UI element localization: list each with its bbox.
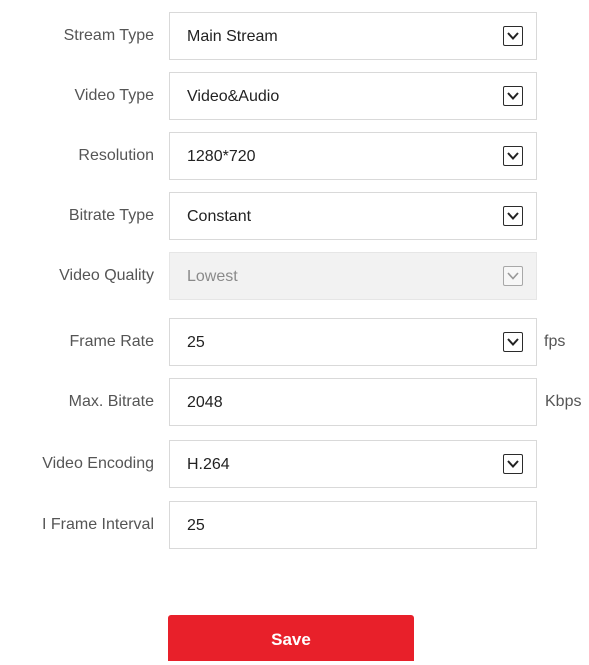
max-bitrate-input[interactable]: 2048	[169, 378, 537, 426]
stream-type-select[interactable]: Main Stream	[169, 12, 537, 60]
chevron-down-icon[interactable]	[503, 86, 523, 106]
resolution-value: 1280*720	[187, 148, 256, 165]
max-bitrate-value: 2048	[187, 394, 223, 411]
resolution-select[interactable]: 1280*720	[169, 132, 537, 180]
video-quality-select: Lowest	[169, 252, 537, 300]
max-bitrate-label: Max. Bitrate	[68, 393, 154, 410]
video-quality-value: Lowest	[187, 268, 238, 285]
bitrate-type-value: Constant	[187, 208, 252, 225]
chevron-down-icon[interactable]	[503, 332, 523, 352]
stream-type-label: Stream Type	[63, 27, 154, 44]
bitrate-type-row: Bitrate Type Constant	[0, 192, 589, 240]
max-bitrate-unit: Kbps	[545, 393, 582, 410]
chevron-down-icon	[503, 266, 523, 286]
video-quality-row: Video Quality Lowest	[0, 252, 589, 300]
bitrate-type-label: Bitrate Type	[68, 207, 154, 224]
resolution-row: Resolution 1280*720	[0, 132, 589, 180]
stream-type-row: Stream Type Main Stream	[0, 12, 589, 60]
video-quality-label: Video Quality	[59, 267, 154, 284]
i-frame-interval-value: 25	[187, 517, 205, 534]
i-frame-interval-row: I Frame Interval 25	[0, 501, 589, 549]
video-encoding-label: Video Encoding	[42, 455, 154, 472]
video-encoding-row: Video Encoding H.264	[0, 440, 589, 488]
video-type-select[interactable]: Video&Audio	[169, 72, 537, 120]
save-button[interactable]: Save	[168, 615, 414, 661]
resolution-label: Resolution	[78, 147, 154, 164]
video-type-row: Video Type Video&Audio	[0, 72, 589, 120]
i-frame-interval-label: I Frame Interval	[41, 516, 154, 533]
i-frame-interval-input[interactable]: 25	[169, 501, 537, 549]
chevron-down-icon[interactable]	[503, 454, 523, 474]
chevron-down-icon[interactable]	[503, 146, 523, 166]
stream-type-value: Main Stream	[187, 28, 278, 45]
chevron-down-icon[interactable]	[503, 26, 523, 46]
max-bitrate-row: Max. Bitrate 2048 Kbps	[0, 378, 589, 426]
bitrate-type-select[interactable]: Constant	[169, 192, 537, 240]
frame-rate-select[interactable]: 25	[169, 318, 537, 366]
video-encoding-value: H.264	[187, 456, 230, 473]
video-type-value: Video&Audio	[187, 88, 280, 105]
frame-rate-row: Frame Rate 25 fps	[0, 318, 589, 366]
frame-rate-label: Frame Rate	[69, 333, 154, 350]
frame-rate-unit: fps	[544, 333, 566, 350]
video-type-label: Video Type	[74, 87, 154, 104]
chevron-down-icon[interactable]	[503, 206, 523, 226]
video-encoding-select[interactable]: H.264	[169, 440, 537, 488]
frame-rate-value: 25	[187, 334, 205, 351]
